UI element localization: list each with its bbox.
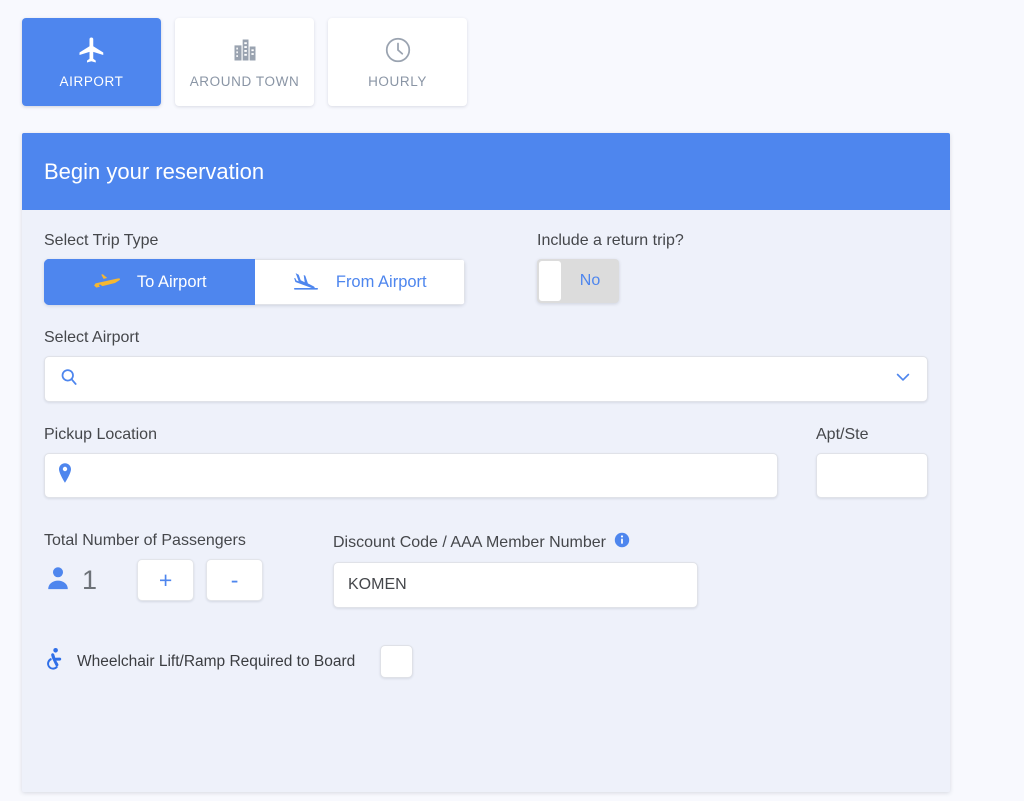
page-title: Begin your reservation xyxy=(44,158,265,184)
apt-group: Apt/Ste xyxy=(816,426,928,498)
chevron-down-icon[interactable] xyxy=(893,367,913,392)
airport-label: Select Airport xyxy=(44,329,140,346)
trip-option-from-airport-label: From Airport xyxy=(335,272,427,291)
passengers-discount-row: Total Number of Passengers 1 + - Discoun xyxy=(44,532,928,608)
passenger-count: 1 xyxy=(82,564,98,595)
pickup-group: Pickup Location xyxy=(44,426,778,498)
passengers-group: Total Number of Passengers 1 + - xyxy=(44,532,333,601)
trip-category-tabs: AIRPORT AROUND TOWN HOURLY xyxy=(22,18,467,106)
clock-icon xyxy=(383,35,413,65)
trip-type-group: Select Trip Type To Airport From Airport xyxy=(44,232,494,305)
plane-landing-icon xyxy=(292,269,320,296)
trip-type-toggle: To Airport From Airport xyxy=(44,259,465,305)
wheelchair-checkbox[interactable] xyxy=(380,645,414,678)
tab-airport[interactable]: AIRPORT xyxy=(22,18,161,106)
map-pin-icon xyxy=(57,462,73,489)
toggle-knob xyxy=(539,261,561,301)
airplane-icon xyxy=(77,35,107,65)
discount-label: Discount Code / AAA Member Number xyxy=(333,533,607,551)
trip-type-label: Select Trip Type xyxy=(44,232,159,249)
buildings-icon xyxy=(231,35,259,65)
apt-label: Apt/Ste xyxy=(816,426,869,443)
trip-option-from-airport[interactable]: From Airport xyxy=(254,259,465,305)
airport-row: Select Airport xyxy=(44,329,928,402)
info-icon[interactable] xyxy=(614,532,630,553)
tab-hourly[interactable]: HOURLY xyxy=(328,18,467,106)
wheelchair-label: Wheelchair Lift/Ramp Required to Board xyxy=(77,652,356,670)
tab-hourly-label: HOURLY xyxy=(368,74,427,89)
discount-value: KOMEN xyxy=(348,576,407,593)
pickup-row: Pickup Location Apt/Ste xyxy=(44,426,928,498)
person-icon xyxy=(44,563,72,598)
return-trip-toggle[interactable]: No xyxy=(537,259,619,303)
search-icon xyxy=(59,367,79,392)
tab-airport-label: AIRPORT xyxy=(59,74,124,89)
tab-around-town-label: AROUND TOWN xyxy=(189,74,300,89)
trip-option-to-airport[interactable]: To Airport xyxy=(44,259,255,305)
pickup-label: Pickup Location xyxy=(44,426,157,443)
passenger-decrement-button[interactable]: - xyxy=(206,559,264,601)
discount-input[interactable]: KOMEN xyxy=(333,562,698,608)
return-trip-value: No xyxy=(579,272,601,289)
passenger-stepper: 1 + - xyxy=(44,559,333,601)
wheelchair-accessible-icon xyxy=(44,646,68,677)
reservation-card: Begin your reservation Select Trip Type … xyxy=(22,133,950,792)
card-header: Begin your reservation xyxy=(22,133,950,210)
discount-label-row: Discount Code / AAA Member Number xyxy=(333,532,698,553)
trip-option-to-airport-label: To Airport xyxy=(136,272,207,291)
passengers-label: Total Number of Passengers xyxy=(44,532,246,549)
airport-select[interactable] xyxy=(44,356,928,402)
discount-group: Discount Code / AAA Member Number KOMEN xyxy=(333,532,698,608)
tab-around-town[interactable]: AROUND TOWN xyxy=(175,18,314,106)
apt-input[interactable] xyxy=(816,453,928,498)
passenger-increment-button[interactable]: + xyxy=(137,559,195,601)
pickup-input[interactable] xyxy=(44,453,778,498)
return-trip-label: Include a return trip? xyxy=(537,232,684,249)
plane-takeoff-icon xyxy=(93,270,121,295)
wheelchair-row: Wheelchair Lift/Ramp Required to Board xyxy=(44,645,928,678)
card-body: Select Trip Type To Airport From Airport… xyxy=(22,210,950,792)
trip-type-row: Select Trip Type To Airport From Airport… xyxy=(44,232,928,305)
return-trip-group: Include a return trip? No xyxy=(537,232,684,303)
